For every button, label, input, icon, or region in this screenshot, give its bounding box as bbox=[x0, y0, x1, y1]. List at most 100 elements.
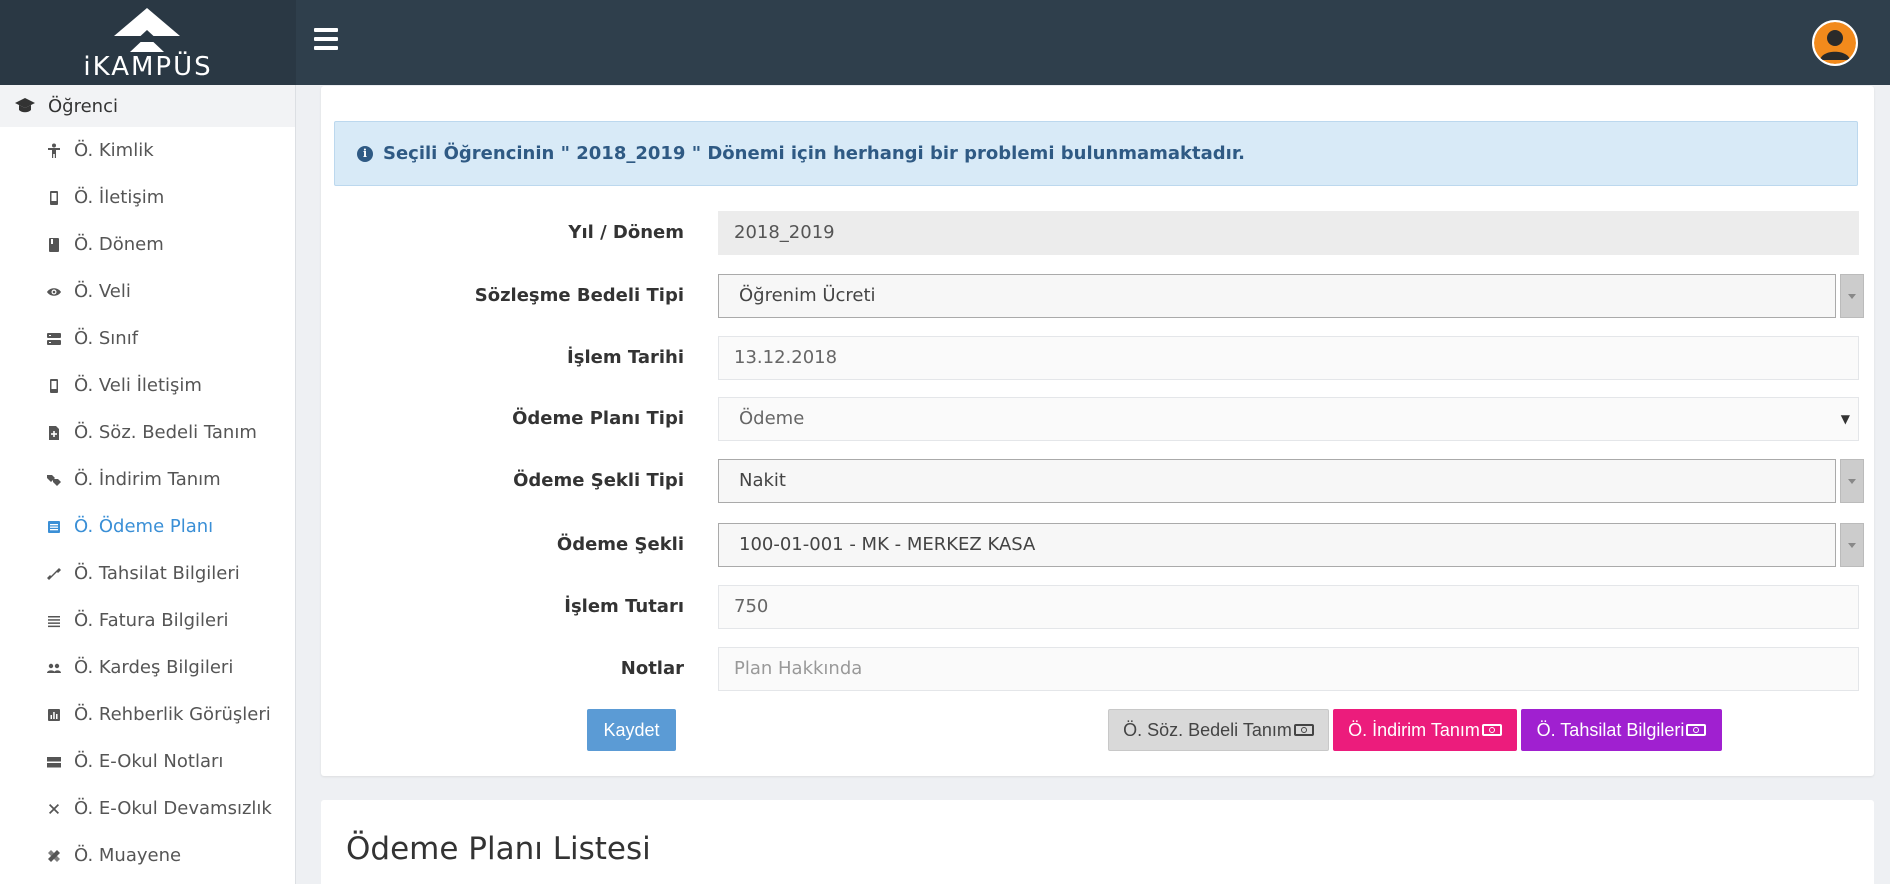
sidebar-item-tahsilat-bilgileri[interactable]: Ö. Tahsilat Bilgileri bbox=[0, 550, 295, 597]
sidebar-item-rehberlik-gorusleri[interactable]: Ö. Rehberlik Görüşleri bbox=[0, 691, 295, 738]
tahsilat-bilgileri-label: Ö. Tahsilat Bilgileri bbox=[1536, 719, 1685, 740]
link-icon bbox=[46, 566, 62, 582]
sidebar-item-label: Ö. E-Okul Devamsızlık bbox=[74, 798, 272, 819]
row-odeme-sekli-tipi: Ödeme Şekli Tipi Nakit bbox=[321, 459, 1874, 503]
sidebar-item-veli-iletisim[interactable]: Ö. Veli İletişim bbox=[0, 362, 295, 409]
sidebar-item-label: Ö. Kimlik bbox=[74, 140, 154, 161]
sidebar-item-odeme-plani[interactable]: Ö. Ödeme Planı bbox=[0, 503, 295, 550]
logo-mark-icon bbox=[114, 8, 180, 52]
tahsilat-bilgileri-button[interactable]: Ö. Tahsilat Bilgileri bbox=[1521, 709, 1722, 751]
book-icon bbox=[46, 237, 62, 253]
people-icon bbox=[46, 660, 62, 676]
save-button[interactable]: Kaydet bbox=[587, 709, 676, 751]
sidebar-item-label: Ö. İndirim Tanım bbox=[74, 469, 221, 490]
logo[interactable]: iKAMPÜS bbox=[0, 0, 296, 85]
sozlesme-bedeli-tipi-label: Sözleşme Bedeli Tipi bbox=[474, 285, 684, 306]
notlar-input[interactable]: Plan Hakkında bbox=[718, 647, 1859, 691]
chevron-down-icon[interactable] bbox=[1840, 523, 1864, 567]
sidebar-item-label: Ö. Söz. Bedeli Tanım bbox=[74, 422, 257, 443]
row-sozlesme-bedeli-tipi: Sözleşme Bedeli Tipi Öğrenim Ücreti bbox=[321, 274, 1874, 318]
sidebar-item-indirim-tanim[interactable]: Ö. İndirim Tanım bbox=[0, 456, 295, 503]
close-icon bbox=[46, 801, 62, 817]
sidebar-item-label: Ö. Sınıf bbox=[74, 328, 139, 349]
tags-icon bbox=[46, 472, 62, 488]
row-odeme-plani-tipi: Ödeme Planı Tipi Ödeme ▼ bbox=[321, 397, 1874, 441]
row-notlar: Notlar Plan Hakkında bbox=[321, 647, 1874, 691]
sidebar-item-label: Ö. E-Okul Notları bbox=[74, 751, 224, 772]
list-alt-icon bbox=[46, 519, 62, 535]
lines-icon bbox=[46, 613, 62, 629]
money-icon bbox=[1686, 724, 1707, 736]
soz-bedeli-tanim-button[interactable]: Ö. Söz. Bedeli Tanım bbox=[1108, 709, 1329, 751]
odeme-plani-tipi-label: Ödeme Planı Tipi bbox=[512, 408, 684, 429]
server-icon bbox=[46, 331, 62, 347]
bandage-icon bbox=[46, 848, 62, 864]
odeme-sekli-tipi-label: Ödeme Şekli Tipi bbox=[513, 470, 684, 491]
sidebar-item-soz-bedeli-tanim[interactable]: Ö. Söz. Bedeli Tanım bbox=[0, 409, 295, 456]
user-avatar-icon[interactable] bbox=[1812, 20, 1858, 66]
info-icon: i bbox=[357, 145, 373, 162]
soz-bedeli-tanim-label: Ö. Söz. Bedeli Tanım bbox=[1123, 719, 1292, 740]
sidebar-item-label: Ö. Veli İletişim bbox=[74, 375, 202, 396]
odeme-sekli-select[interactable]: 100-01-001 - MK - MERKEZ KASA bbox=[718, 523, 1836, 567]
sidebar-item-label: Ö. Rehberlik Görüşleri bbox=[74, 704, 271, 725]
sidebar-item-e-okul-notlari[interactable]: Ö. E-Okul Notları bbox=[0, 738, 295, 785]
indirim-tanim-button[interactable]: Ö. İndirim Tanım bbox=[1333, 709, 1517, 751]
sidebar-item-donem[interactable]: Ö. Dönem bbox=[0, 221, 295, 268]
yil-donem-label: Yıl / Dönem bbox=[568, 222, 684, 243]
phone-icon bbox=[46, 190, 62, 206]
sidebar-item-label: Ö. Tahsilat Bilgileri bbox=[74, 563, 240, 584]
sidebar-item-label: Ö. Muayene bbox=[74, 845, 182, 866]
phone-icon bbox=[46, 378, 62, 394]
islem-tarihi-label: İşlem Tarihi bbox=[567, 347, 684, 368]
sidebar: Öğrenci Ö. Kimlik Ö. İletişim Ö. Dönem Ö… bbox=[0, 85, 296, 884]
odeme-sekli-tipi-select[interactable]: Nakit bbox=[718, 459, 1836, 503]
row-odeme-sekli: Ödeme Şekli 100-01-001 - MK - MERKEZ KAS… bbox=[321, 523, 1874, 567]
islem-tutari-input[interactable]: 750 bbox=[718, 585, 1859, 629]
sozlesme-bedeli-tipi-select[interactable]: Öğrenim Ücreti bbox=[718, 274, 1836, 318]
payment-plan-list-title: Ödeme Planı Listesi bbox=[346, 831, 651, 867]
row-yil-donem: Yıl / Dönem 2018_2019 bbox=[321, 211, 1874, 255]
sidebar-item-iletisim[interactable]: Ö. İletişim bbox=[0, 174, 295, 221]
eye-icon bbox=[46, 284, 62, 300]
islem-tutari-label: İşlem Tutarı bbox=[564, 596, 684, 617]
panels-icon bbox=[46, 754, 62, 770]
graduation-cap-icon bbox=[15, 98, 35, 113]
info-alert: i Seçili Öğrencinin " 2018_2019 " Dönemi… bbox=[334, 121, 1858, 186]
sidebar-item-label: Ö. Fatura Bilgileri bbox=[74, 610, 229, 631]
sidebar-item-kardes-bilgileri[interactable]: Ö. Kardeş Bilgileri bbox=[0, 644, 295, 691]
chevron-down-icon[interactable] bbox=[1840, 459, 1864, 503]
sidebar-item-e-okul-devamsizlik[interactable]: Ö. E-Okul Devamsızlık bbox=[0, 785, 295, 832]
chart-icon bbox=[46, 707, 62, 723]
sidebar-header-label: Öğrenci bbox=[48, 95, 118, 117]
sidebar-item-fatura-bilgileri[interactable]: Ö. Fatura Bilgileri bbox=[0, 597, 295, 644]
info-alert-text: Seçili Öğrencinin " 2018_2019 " Dönemi i… bbox=[383, 143, 1245, 164]
sidebar-header[interactable]: Öğrenci bbox=[0, 85, 295, 127]
sidebar-item-label: Ö. Kardeş Bilgileri bbox=[74, 657, 234, 678]
indirim-tanim-label: Ö. İndirim Tanım bbox=[1348, 719, 1480, 740]
person-icon bbox=[46, 143, 62, 159]
sidebar-item-label: Ö. Ödeme Planı bbox=[74, 516, 214, 537]
caret-down-icon: ▼ bbox=[1840, 412, 1850, 426]
odeme-sekli-label: Ödeme Şekli bbox=[556, 534, 684, 555]
chevron-down-icon[interactable] bbox=[1840, 274, 1864, 318]
money-icon bbox=[1293, 724, 1314, 736]
islem-tarihi-input[interactable]: 13.12.2018 bbox=[718, 336, 1859, 380]
odeme-plani-tipi-select[interactable]: Ödeme ▼ bbox=[718, 397, 1859, 441]
sidebar-item-kimlik[interactable]: Ö. Kimlik bbox=[0, 127, 295, 174]
money-icon bbox=[1481, 724, 1502, 736]
row-islem-tutari: İşlem Tutarı 750 bbox=[321, 585, 1874, 629]
top-bar: iKAMPÜS bbox=[0, 0, 1890, 85]
notlar-label: Notlar bbox=[620, 658, 684, 679]
logo-text: iKAMPÜS bbox=[83, 52, 213, 82]
menu-toggle-icon[interactable] bbox=[314, 28, 338, 50]
payment-plan-list-card: Ödeme Planı Listesi bbox=[321, 800, 1874, 884]
yil-donem-field: 2018_2019 bbox=[718, 211, 1859, 255]
sidebar-item-label: Ö. İletişim bbox=[74, 187, 165, 208]
sidebar-item-sinif[interactable]: Ö. Sınıf bbox=[0, 315, 295, 362]
odeme-plani-tipi-value: Ödeme bbox=[739, 408, 805, 429]
sidebar-item-veli[interactable]: Ö. Veli bbox=[0, 268, 295, 315]
sidebar-item-label: Ö. Dönem bbox=[74, 234, 164, 255]
file-plus-icon bbox=[46, 425, 62, 441]
sidebar-item-muayene[interactable]: Ö. Muayene bbox=[0, 832, 295, 879]
